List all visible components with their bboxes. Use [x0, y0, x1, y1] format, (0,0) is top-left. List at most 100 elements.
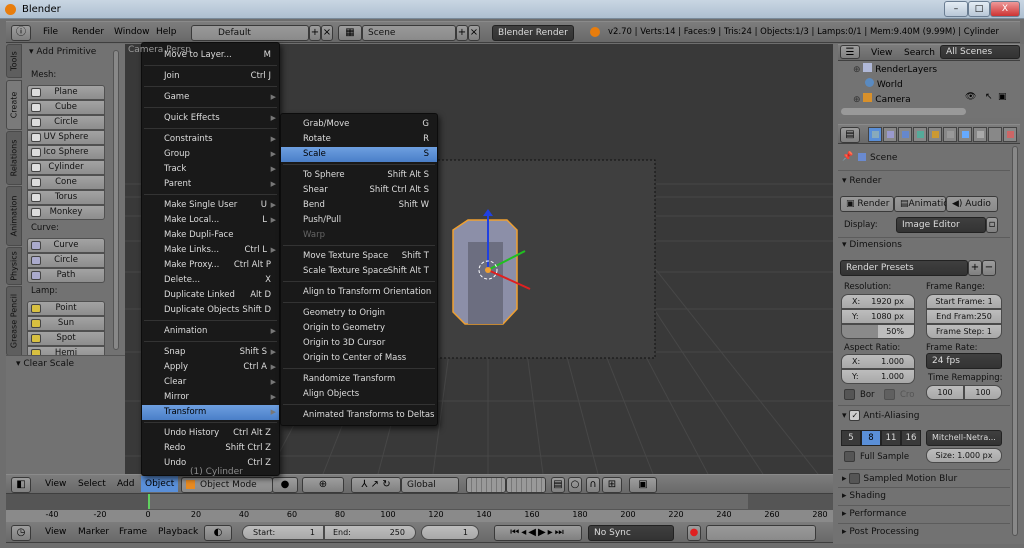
render-opengl-icon[interactable]: ▣	[629, 477, 657, 493]
properties-tab-scene-icon[interactable]	[898, 127, 912, 142]
menu-item-make-proxy[interactable]: Make Proxy... Ctrl Alt P	[142, 258, 279, 273]
menu-item-bend[interactable]: Bend Shift W	[281, 198, 437, 213]
menu-item-animation[interactable]: Animation ▶	[142, 324, 279, 339]
aa-samples-5-button[interactable]: 5	[841, 430, 861, 446]
layers-1-buttons[interactable]	[466, 477, 506, 493]
menu-view[interactable]: View	[45, 479, 66, 489]
properties-tab-constraints-icon[interactable]	[943, 127, 957, 142]
crop-checkbox[interactable]	[884, 389, 895, 400]
outliner-hscrollbar[interactable]	[841, 108, 966, 115]
resolution-percentage-slider[interactable]: 50%	[841, 324, 915, 339]
aa-samples-8-button[interactable]: 8	[861, 430, 881, 446]
viewport-shading-button[interactable]: ●	[272, 477, 298, 493]
start-frame-field[interactable]: Start Frame: 1	[926, 294, 1002, 309]
menu-item-track[interactable]: Track ▶	[142, 162, 279, 177]
animation-button[interactable]: ▤Animation	[894, 196, 954, 212]
render-presets-dropdown[interactable]: Render Presets	[840, 260, 968, 276]
toolshelf-scrollbar[interactable]	[113, 50, 119, 350]
menu-item-join[interactable]: Join Ctrl J	[142, 69, 279, 84]
scene-icon[interactable]: ▦	[338, 25, 362, 41]
menu-item-duplicate-linked[interactable]: Duplicate Linked Alt D	[142, 288, 279, 303]
editor-type-3d-icon[interactable]: ◧	[11, 477, 31, 493]
editor-type-properties-icon[interactable]: ▤	[840, 127, 860, 143]
tab-physics[interactable]: Physics	[6, 247, 22, 285]
menu-item-transform[interactable]: Transform ▶	[142, 405, 279, 420]
pivot-point-button[interactable]: ⊕	[302, 477, 344, 493]
menu-item-animated-transforms-to-deltas[interactable]: Animated Transforms to Deltas	[281, 408, 437, 423]
current-frame-indicator[interactable]	[148, 494, 150, 509]
render-button[interactable]: ▣ Render	[840, 196, 894, 212]
tab-grease-pencil[interactable]: Grease Pencil	[6, 286, 22, 356]
remove-scene-button[interactable]: ×	[468, 25, 480, 41]
menu-item-align-objects[interactable]: Align Objects	[281, 387, 437, 402]
properties-tab-world-icon[interactable]	[913, 127, 927, 142]
aa-samples-16-button[interactable]: 16	[901, 430, 921, 446]
properties-tab-render-layers-icon[interactable]	[883, 127, 897, 142]
menu-item-geometry-to-origin[interactable]: Geometry to Origin	[281, 306, 437, 321]
display-dropdown[interactable]: Image Editor	[896, 217, 986, 233]
outliner-menu-view[interactable]: View	[871, 48, 892, 58]
menu-object[interactable]: Object	[141, 476, 179, 492]
snap-element-icon[interactable]: ⊞	[602, 477, 622, 493]
layers-2-buttons[interactable]	[506, 477, 546, 493]
menu-item-move-texture-space[interactable]: Move Texture Space Shift T	[281, 249, 437, 264]
aa-size-field[interactable]: Size: 1.000 px	[926, 448, 1002, 463]
tab-tools[interactable]: Tools	[6, 44, 22, 78]
menu-item-mirror[interactable]: Mirror ▶	[142, 390, 279, 405]
add-mesh-cylinder-button[interactable]: Cylinder	[27, 160, 105, 175]
menu-item-redo[interactable]: Redo Shift Ctrl Z	[142, 441, 279, 456]
panel-header-performance[interactable]: ▸ Performance	[842, 509, 906, 519]
close-button[interactable]: X	[990, 1, 1020, 17]
menu-frame[interactable]: Frame	[119, 527, 147, 537]
menu-item-snap[interactable]: Snap Shift S ▶	[142, 345, 279, 360]
properties-tab-modifiers-icon[interactable]	[958, 127, 972, 142]
timeline-ruler[interactable]: -40 -20 0 20 40 60 80 100 120 140 160 180 200 220 240 2…	[6, 509, 833, 521]
outliner-item-camera[interactable]: ⊕ Camera	[853, 93, 911, 105]
menu-item-rotate[interactable]: Rotate R	[281, 132, 437, 147]
menu-item-apply[interactable]: Apply Ctrl A ▶	[142, 360, 279, 375]
add-lamp-point-button[interactable]: Point	[27, 301, 105, 316]
current-frame-field[interactable]: 1	[421, 525, 479, 540]
editor-type-timeline-icon[interactable]: ◷	[11, 525, 31, 541]
menu-item-quick-effects[interactable]: Quick Effects ▶	[142, 111, 279, 126]
remove-preset-button[interactable]: −	[982, 260, 996, 276]
menu-item-make-dupli-face[interactable]: Make Dupli-Face	[142, 228, 279, 243]
screen-layout-field[interactable]: Default	[191, 25, 309, 41]
editor-type-outliner-icon[interactable]: ☰	[840, 45, 860, 59]
properties-tab-material-icon[interactable]	[988, 127, 1002, 142]
menu-item-parent[interactable]: Parent ▶	[142, 177, 279, 192]
menu-item-delete[interactable]: Delete... X	[142, 273, 279, 288]
add-mesh-monkey-button[interactable]: Monkey	[27, 205, 105, 220]
sync-mode-dropdown[interactable]: No Sync	[588, 525, 674, 541]
properties-tab-data-icon[interactable]	[973, 127, 987, 142]
playback-controls[interactable]: ⏮◂◀▶▸⏭	[494, 525, 582, 541]
lock-camera-icon[interactable]: ▤	[551, 477, 565, 493]
manipulator-buttons[interactable]: ⅄ ↗ ↻	[351, 477, 401, 493]
menu-item-align-to-transform-orientation[interactable]: Align to Transform Orientation	[281, 285, 437, 300]
audio-button[interactable]: ◀) Audio	[946, 196, 998, 212]
tab-animation[interactable]: Animation	[6, 186, 22, 246]
start-frame-field[interactable]: Start: 1	[242, 525, 324, 540]
operator-panel-title[interactable]: ▾ Clear Scale	[16, 359, 74, 369]
menu-item-undo-history[interactable]: Undo History Ctrl Alt Z	[142, 426, 279, 441]
add-mesh-circle-button[interactable]: Circle	[27, 115, 105, 130]
menu-file[interactable]: File	[43, 27, 58, 37]
add-lamp-spot-button[interactable]: Spot	[27, 331, 105, 346]
aspect-y-field[interactable]: Y: 1.000	[841, 369, 915, 384]
panel-header-shading[interactable]: ▸ Shading	[842, 491, 886, 501]
menu-item-group[interactable]: Group ▶	[142, 147, 279, 162]
aspect-x-field[interactable]: X: 1.000	[841, 354, 915, 369]
menu-item-make-single-user[interactable]: Make Single User U ▶	[142, 198, 279, 213]
outliner-filter-dropdown[interactable]: All Scenes	[940, 45, 1020, 59]
menu-item-duplicate-objects[interactable]: Duplicate Objects Shift D	[142, 303, 279, 318]
record-button[interactable]: ●	[687, 525, 701, 541]
menu-item-to-sphere[interactable]: To Sphere Shift Alt S	[281, 168, 437, 183]
menu-select[interactable]: Select	[78, 479, 106, 489]
end-frame-field[interactable]: End Fram:250	[926, 309, 1002, 324]
anti-aliasing-checkbox[interactable]: ✓	[849, 410, 861, 421]
time-remap-old-field[interactable]: 100	[926, 385, 964, 400]
add-curve-path-button[interactable]: Path	[27, 268, 105, 283]
add-mesh-uv-sphere-button[interactable]: UV Sphere	[27, 130, 105, 145]
menu-item-origin-to-geometry[interactable]: Origin to Geometry	[281, 321, 437, 336]
add-mesh-plane-button[interactable]: Plane	[27, 85, 105, 100]
